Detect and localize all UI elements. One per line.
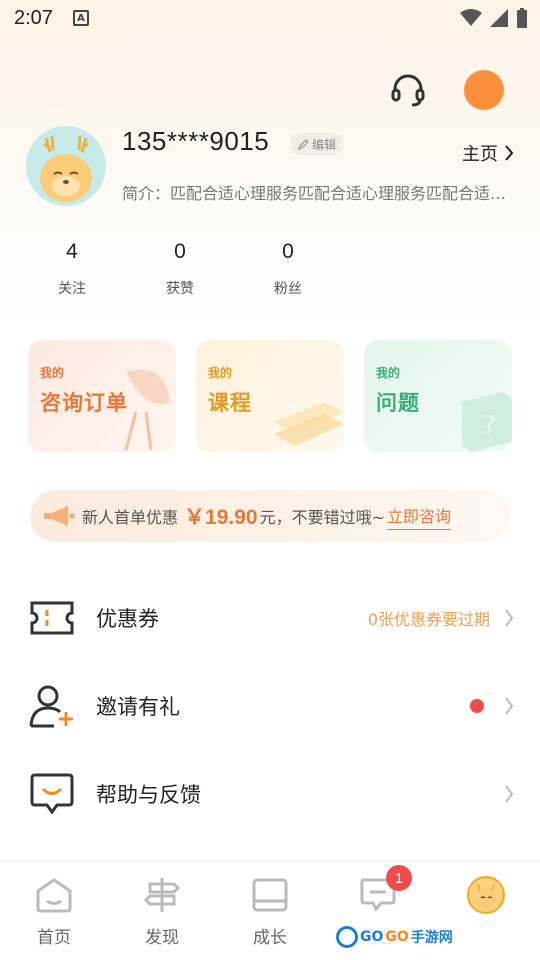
wifi-icon	[460, 9, 482, 26]
new-indicator-dot	[470, 699, 484, 713]
username: 135****9015	[122, 126, 270, 156]
profile-stats: 4 关注 0 获赞 0 粉丝	[18, 240, 342, 298]
pencil-icon	[298, 138, 309, 150]
notification-a-icon: A	[72, 10, 89, 26]
status-indicators	[460, 8, 528, 28]
settings-orange-icon[interactable]	[464, 70, 504, 110]
customer-service-headset-icon[interactable]	[390, 72, 426, 108]
question-box-icon: ?	[462, 392, 512, 452]
tab-label: 成长	[253, 928, 287, 948]
promo-price: ￥19.90	[184, 506, 258, 529]
menu-right: 0张优惠券要过期	[368, 606, 514, 630]
tab-label: 首页	[37, 928, 71, 948]
feature-cards: 我的 咨询订单 我的 课程 我的 问题 ?	[28, 340, 512, 452]
unread-badge: 1	[386, 865, 412, 891]
tab-home[interactable]: 首页	[0, 861, 108, 960]
menu-label: 邀请有礼	[96, 695, 180, 719]
svg-text:?: ?	[482, 411, 496, 441]
leaf-chair-icon	[124, 370, 170, 451]
top-actions	[390, 70, 504, 110]
homepage-label: 主页	[462, 144, 498, 165]
stat-likes[interactable]: 0 获赞	[126, 240, 234, 298]
books-icon	[274, 402, 344, 446]
profile-avatar-icon	[466, 875, 506, 915]
battery-icon	[517, 8, 527, 28]
stat-value: 4	[66, 240, 78, 263]
add-user-icon	[28, 682, 76, 730]
book-icon	[250, 875, 290, 915]
menu-right	[504, 785, 514, 803]
stat-label: 获赞	[166, 281, 194, 297]
menu-label: 帮助与反馈	[96, 783, 201, 807]
menu-item-coupons[interactable]: 优惠券 0张优惠券要过期	[0, 574, 540, 662]
my-questions-card[interactable]: 我的 问题 ?	[364, 340, 512, 452]
home-icon	[34, 875, 74, 915]
stat-label: 粉丝	[274, 281, 302, 297]
watermark-part2: GO	[385, 929, 409, 945]
deer-avatar-icon	[40, 135, 92, 202]
chevron-right-icon	[505, 785, 514, 803]
consult-now-link[interactable]: 立即咨询	[387, 503, 452, 530]
homepage-link[interactable]: 主页	[462, 140, 514, 166]
edit-profile-button[interactable]: 编辑	[290, 133, 345, 155]
coupon-expiry-note: 0张优惠券要过期	[367, 610, 490, 629]
signpost-icon	[142, 875, 182, 915]
watermark-circle-icon	[336, 926, 358, 948]
tab-growth[interactable]: 成长	[216, 861, 324, 960]
settings-menu: 优惠券 0张优惠券要过期 邀请有礼 帮助与反馈	[0, 574, 540, 838]
stat-following[interactable]: 4 关注	[18, 240, 126, 298]
edit-label: 编辑	[312, 137, 337, 152]
stat-fans[interactable]: 0 粉丝	[234, 240, 342, 298]
menu-item-help-feedback[interactable]: 帮助与反馈	[0, 750, 540, 838]
menu-item-invite[interactable]: 邀请有礼	[0, 662, 540, 750]
stat-label: 关注	[58, 281, 86, 297]
stat-value: 0	[282, 240, 294, 263]
my-consult-orders-card[interactable]: 我的 咨询订单	[28, 340, 176, 452]
tab-discover[interactable]: 发现	[108, 861, 216, 960]
my-courses-card[interactable]: 我的 课程	[196, 340, 344, 452]
bottom-tab-bar: 首页 发现 成长 1 消息	[0, 860, 540, 960]
tab-label: 发现	[145, 928, 179, 948]
promo-text-after: 元，不要错过哦~	[259, 508, 385, 527]
card-subtitle: 我的	[208, 366, 233, 380]
coupon-icon	[28, 594, 76, 642]
profile-intro: 简介：匹配合适心理服务匹配合适心理服务匹配合适心理服务	[122, 184, 522, 203]
megaphone-icon	[44, 506, 75, 526]
menu-label: 优惠券	[96, 607, 159, 631]
chevron-right-icon	[505, 145, 514, 161]
status-time: 2:07	[14, 6, 53, 29]
watermark-part1: GO	[360, 929, 384, 945]
signal-icon	[490, 9, 508, 27]
chevron-right-icon	[505, 609, 514, 627]
gogo-watermark-logo: GO GO 手游网	[332, 924, 457, 950]
promo-text-before: 新人首单优惠	[82, 508, 179, 527]
stat-value: 0	[174, 240, 186, 263]
status-bar: 2:07 A	[0, 0, 540, 36]
chevron-right-icon	[505, 697, 514, 715]
menu-right	[470, 697, 514, 715]
avatar[interactable]	[26, 126, 106, 206]
watermark-part3: 手游网	[410, 930, 453, 946]
new-user-promo-banner[interactable]: 新人首单优惠 ￥19.90 元，不要错过哦~ 立即咨询	[30, 490, 510, 542]
feedback-chat-icon	[28, 770, 76, 818]
